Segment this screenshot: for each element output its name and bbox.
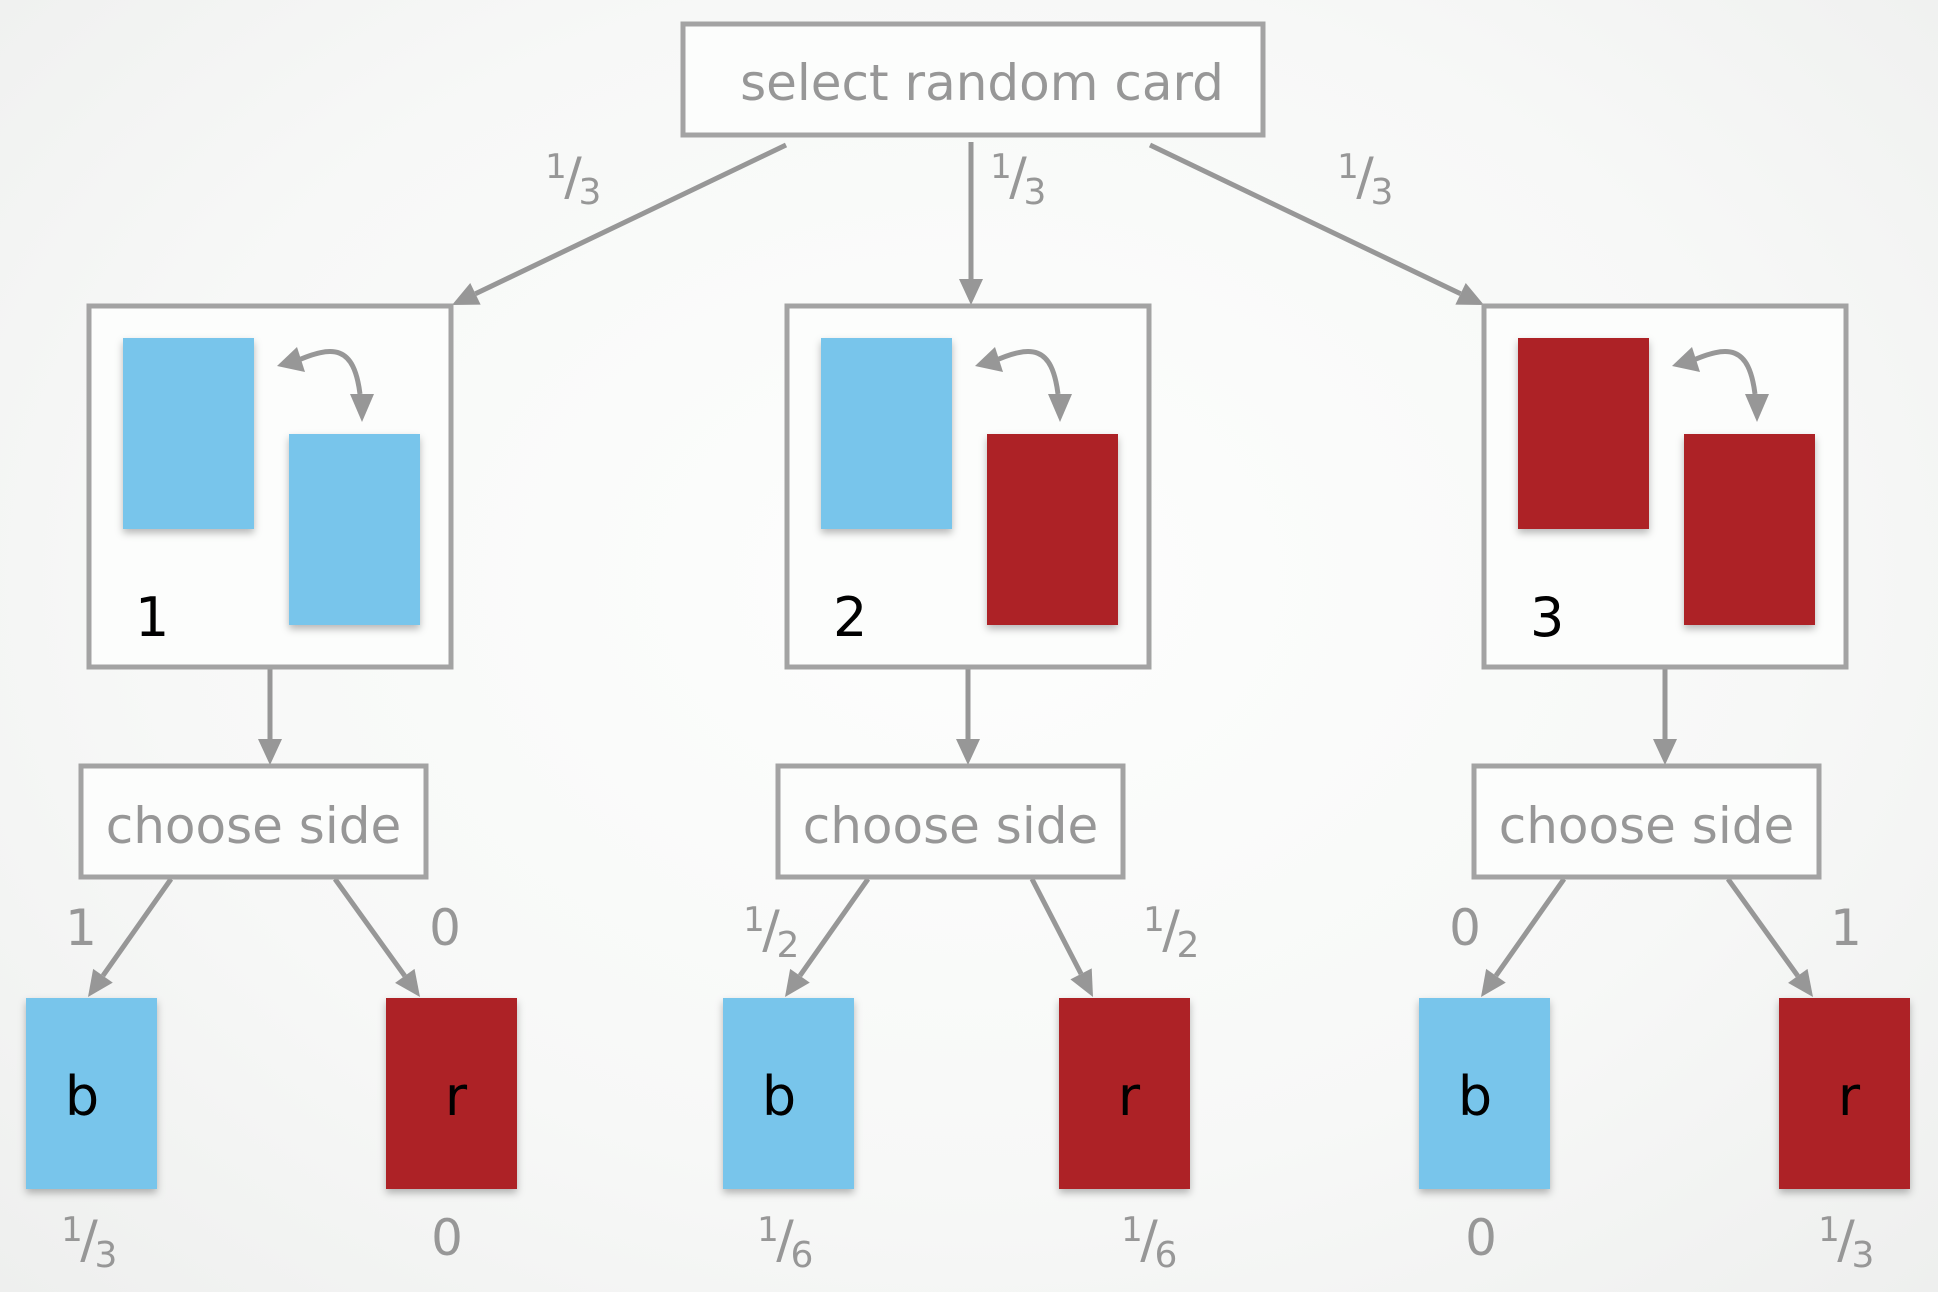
choose-branch-arrow-1-b (88, 877, 174, 997)
leaf-card-2-r: r (1059, 998, 1190, 1189)
root-branch-arrow-2 (959, 142, 983, 305)
card-face-front (123, 338, 254, 529)
leaf-card-3-r: r (1779, 998, 1910, 1189)
choose-side-node-2: choose side (775, 763, 1126, 880)
arrow-head-icon (959, 279, 983, 305)
card-number-label: 1 (135, 586, 169, 649)
card-face-back (1684, 434, 1815, 625)
outcome-probability-1-r: 0 (431, 1209, 463, 1267)
leaf-card-3-b: b (1419, 998, 1550, 1189)
fraction-denominator: 3 (579, 172, 602, 213)
branch-probability-1-b: 1 (65, 899, 97, 957)
outcome-probability-1-b: 1/3 (61, 1210, 117, 1276)
leaf-side-letter: r (1838, 1065, 1861, 1128)
arrow-head-icon (258, 739, 282, 765)
fraction-denominator: 2 (1177, 925, 1200, 966)
arrow-line (1725, 877, 1800, 978)
arrow-head-icon (1788, 968, 1813, 997)
root-node: select random card (680, 21, 1266, 138)
probability-value: 1 (1830, 899, 1862, 957)
card-number-label: 2 (833, 586, 867, 649)
arrow-head-icon (88, 968, 113, 997)
card-face-back (289, 434, 420, 625)
fraction-denominator: 3 (1024, 172, 1047, 213)
leaf-card-1-r: r (386, 998, 517, 1189)
card-node-1: 1 (86, 303, 454, 670)
choose-branch-arrow-2-r (1029, 877, 1093, 997)
card-face-front (821, 338, 952, 529)
choose-branch-arrow-3-r (1725, 877, 1813, 997)
arrow-head-icon (785, 968, 810, 997)
arrow-head-icon (956, 739, 980, 765)
leaf-side-letter: b (1458, 1065, 1492, 1128)
probability-value: 0 (1465, 1209, 1497, 1267)
card-face-back (987, 434, 1118, 625)
root-branch-arrow-3 (1148, 142, 1484, 305)
fraction-denominator: 6 (1155, 1235, 1178, 1276)
choose-side-node-3: choose side (1471, 763, 1822, 880)
leaf-side-letter: b (762, 1065, 796, 1128)
root-label: select random card (740, 54, 1224, 112)
root-branch-probability-2: 1/3 (990, 147, 1046, 213)
leaf-card-1-b: b (26, 998, 157, 1189)
arrow-line (1029, 877, 1084, 976)
branch-probability-2-r: 1/2 (1143, 900, 1199, 966)
arrow-line (797, 877, 871, 978)
leaf-card-2-b: b (723, 998, 854, 1189)
arrow-line (100, 877, 174, 978)
branch-probability-2-b: 1/2 (743, 900, 799, 966)
root-branch-arrow-1 (452, 142, 788, 305)
branch-probability-3-b: 0 (1449, 899, 1481, 957)
arrow-head-icon (395, 968, 420, 997)
choose-side-label: choose side (106, 797, 402, 855)
leaf-side-letter: r (445, 1065, 468, 1128)
arrow-line (332, 877, 407, 978)
fraction-denominator: 3 (1371, 172, 1394, 213)
leaf-side-letter: r (1118, 1065, 1141, 1128)
card-to-choose-arrow-1 (258, 669, 282, 765)
fraction-denominator: 3 (95, 1235, 118, 1276)
fraction-denominator: 6 (791, 1235, 814, 1276)
probability-value: 0 (429, 899, 461, 957)
root-branch-probability-1: 1/3 (545, 147, 601, 213)
card-number-label: 3 (1530, 586, 1564, 649)
outcome-probability-2-r: 1/6 (1121, 1210, 1177, 1276)
probability-value: 1 (65, 899, 97, 957)
outcome-probability-2-b: 1/6 (757, 1210, 813, 1276)
choose-side-label: choose side (1499, 797, 1795, 855)
card-to-choose-arrow-2 (956, 669, 980, 765)
root-branch-probability-3: 1/3 (1337, 147, 1393, 213)
choose-side-label: choose side (803, 797, 1099, 855)
arrow-line (1493, 877, 1567, 978)
choose-side-node-1: choose side (78, 763, 429, 880)
arrow-head-icon (1653, 739, 1677, 765)
probability-value: 0 (1449, 899, 1481, 957)
fraction-denominator: 3 (1852, 1235, 1875, 1276)
probability-value: 0 (431, 1209, 463, 1267)
card-face-front (1518, 338, 1649, 529)
choose-branch-arrow-3-b (1481, 877, 1567, 997)
branch-probability-1-r: 0 (429, 899, 461, 957)
outcome-probability-3-b: 0 (1465, 1209, 1497, 1267)
leaf-side-letter: b (65, 1065, 99, 1128)
card-node-2: 2 (784, 303, 1152, 670)
outcome-probability-3-r: 1/3 (1818, 1210, 1874, 1276)
branch-probability-3-r: 1 (1830, 899, 1862, 957)
arrow-line (1148, 142, 1462, 297)
arrow-line (474, 142, 788, 297)
card-node-3: 3 (1481, 303, 1849, 670)
probability-tree-diagram: select random card 1choose sideb r2choose… (26, 21, 1910, 1276)
fraction-denominator: 2 (777, 925, 800, 966)
arrow-head-icon (1481, 968, 1506, 997)
choose-branch-arrow-1-r (332, 877, 420, 997)
card-to-choose-arrow-3 (1653, 669, 1677, 765)
